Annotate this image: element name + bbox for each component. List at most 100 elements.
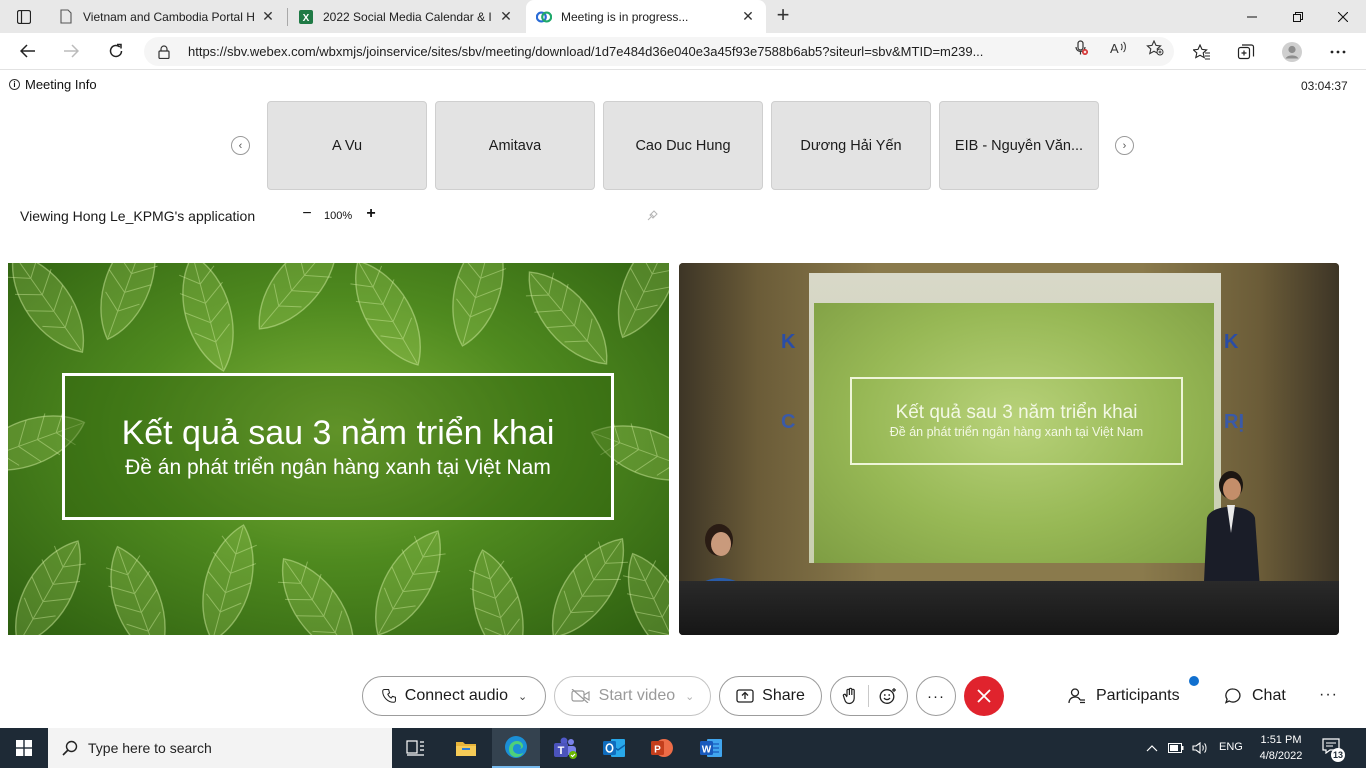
notification-count-badge: 13	[1331, 748, 1345, 762]
participants-button[interactable]: Participants	[1068, 686, 1180, 706]
read-aloud-icon[interactable]: A	[1110, 39, 1128, 57]
tab-social-media-calendar[interactable]: X 2022 Social Media Calendar & In ✕	[288, 0, 524, 33]
search-placeholder: Type here to search	[88, 740, 212, 756]
task-view-icon[interactable]	[392, 728, 440, 768]
chat-bubble-icon	[1224, 687, 1242, 705]
svg-text:P: P	[654, 745, 661, 756]
banner-text-fragment: C	[781, 411, 796, 433]
browser-tab-strip: Vietnam and Cambodia Portal H ✕ X 2022 S…	[0, 0, 1366, 33]
share-screen-icon	[736, 689, 754, 703]
start-video-button[interactable]: Start video ⌄	[554, 676, 711, 716]
meeting-info-button[interactable]: i Meeting Info	[9, 77, 97, 92]
participant-name: Cao Duc Hung	[635, 137, 731, 154]
meeting-timer: 03:04:37	[1301, 79, 1348, 93]
participant-name: A Vu	[331, 137, 363, 154]
reactions-group	[830, 676, 908, 716]
pin-icon[interactable]	[646, 210, 658, 222]
url-text: https://sbv.webex.com/wbxmjs/joinservice…	[188, 44, 984, 59]
add-favorite-icon[interactable]	[1146, 39, 1164, 57]
teams-icon[interactable]: T	[541, 728, 589, 768]
participants-notification-dot	[1189, 676, 1199, 686]
svg-text:T: T	[558, 745, 565, 757]
settings-more-icon[interactable]	[1325, 39, 1351, 65]
webex-icon	[536, 9, 552, 25]
audio-connect-icon	[381, 687, 397, 705]
profile-avatar-icon[interactable]	[1279, 39, 1305, 65]
svg-text:X: X	[303, 13, 310, 24]
participant-tile[interactable]: Cao Duc Hung	[603, 101, 763, 190]
meeting-info-label: Meeting Info	[25, 77, 97, 92]
chat-label: Chat	[1252, 687, 1286, 704]
participant-tile[interactable]: Dương Hải Yến	[771, 101, 931, 190]
forward-arrow-icon[interactable]	[57, 38, 85, 64]
connect-audio-button[interactable]: Connect audio ⌄	[362, 676, 546, 716]
info-icon: i	[9, 79, 20, 90]
clock-date: 4/8/2022	[1259, 750, 1303, 762]
browser-toolbar: https://sbv.webex.com/wbxmjs/joinservice…	[0, 33, 1366, 70]
outlook-icon[interactable]	[590, 728, 638, 768]
projected-slide-subtitle: Đề án phát triển ngân hàng xanh tại Việt…	[889, 425, 1144, 439]
leave-meeting-button[interactable]	[964, 676, 1004, 716]
battery-icon[interactable]	[1168, 740, 1184, 756]
refresh-icon[interactable]	[102, 38, 130, 64]
volume-icon[interactable]	[1192, 740, 1208, 756]
slide-title-box: Kết quả sau 3 năm triển khai Đề án phát …	[62, 373, 614, 520]
input-language-indicator[interactable]: ENG	[1219, 741, 1243, 753]
banner-logo-fragment: K	[781, 331, 796, 353]
restore-icon[interactable]	[1275, 0, 1321, 33]
chevron-down-icon[interactable]: ⌄	[518, 690, 527, 703]
close-tab-icon[interactable]: ✕	[498, 8, 514, 25]
close-tab-icon[interactable]: ✕	[740, 8, 756, 25]
share-button[interactable]: Share	[719, 676, 822, 716]
video-feed[interactable]: K C K RỊ Kết quả sau 3 năm triển khai Đề…	[679, 263, 1339, 635]
more-options-icon: ···	[927, 687, 945, 705]
lock-icon[interactable]	[158, 44, 174, 59]
viewing-share-label: Viewing Hong Le_KPMG's application	[20, 208, 256, 224]
taskbar-search-box[interactable]: Type here to search	[48, 728, 392, 768]
close-tab-icon[interactable]: ✕	[260, 8, 276, 25]
slide-title: Kết quả sau 3 năm triển khai	[121, 413, 555, 452]
tab-title: Meeting is in progress...	[561, 9, 689, 24]
participant-tile[interactable]: Amitava	[435, 101, 595, 190]
address-bar[interactable]: https://sbv.webex.com/wbxmjs/joinservice…	[144, 37, 1174, 66]
shared-content-slide: Kết quả sau 3 năm triển khai Đề án phát …	[8, 263, 669, 635]
windows-start-icon[interactable]	[0, 728, 48, 768]
favorites-icon[interactable]	[1189, 39, 1215, 65]
tab-vietnam-cambodia-portal[interactable]: Vietnam and Cambodia Portal H ✕	[48, 0, 286, 33]
strip-next-arrow-icon[interactable]: ›	[1115, 136, 1134, 155]
show-hidden-icons-chevron-icon[interactable]	[1144, 740, 1160, 756]
participants-icon	[1068, 687, 1086, 705]
participant-tile[interactable]: A Vu	[267, 101, 427, 190]
collections-icon[interactable]	[1233, 39, 1259, 65]
excel-icon: X	[298, 9, 314, 25]
minimize-icon[interactable]	[1229, 0, 1275, 33]
clock-time: 1:51 PM	[1260, 734, 1302, 746]
new-tab-icon[interactable]: +	[772, 4, 794, 27]
chat-button[interactable]: Chat	[1224, 686, 1286, 706]
back-arrow-icon[interactable]	[14, 38, 42, 64]
participant-tile[interactable]: EIB - Nguyễn Văn...	[939, 101, 1099, 190]
start-video-label: Start video	[598, 687, 676, 704]
tab-actions-icon[interactable]	[8, 6, 40, 28]
file-explorer-icon[interactable]	[442, 728, 490, 768]
projected-slide-title-box: Kết quả sau 3 năm triển khai Đề án phát …	[850, 377, 1183, 465]
chevron-down-icon[interactable]: ⌄	[685, 690, 694, 703]
page-icon	[58, 9, 74, 25]
raise-hand-icon[interactable]	[842, 687, 858, 705]
tab-title: Vietnam and Cambodia Portal H	[83, 9, 254, 24]
more-options-button[interactable]: ···	[916, 676, 956, 716]
strip-prev-arrow-icon[interactable]: ‹	[231, 136, 250, 155]
word-icon[interactable]: W	[687, 728, 735, 768]
powerpoint-icon[interactable]: P	[638, 728, 686, 768]
svg-text:W: W	[702, 745, 712, 756]
overflow-menu-icon[interactable]: ···	[1319, 686, 1338, 704]
close-window-icon[interactable]	[1320, 0, 1366, 33]
zoom-out-button[interactable]: −	[300, 205, 314, 225]
divider	[867, 685, 869, 707]
edge-browser-icon[interactable]	[492, 728, 540, 768]
zoom-in-button[interactable]: +	[364, 205, 378, 225]
reactions-emoji-icon[interactable]	[879, 687, 897, 705]
microphone-blocked-icon[interactable]	[1072, 39, 1090, 57]
tab-meeting-in-progress[interactable]: Meeting is in progress... ✕	[526, 0, 766, 33]
system-clock[interactable]: 1:51 PM 4/8/2022	[1254, 732, 1308, 764]
